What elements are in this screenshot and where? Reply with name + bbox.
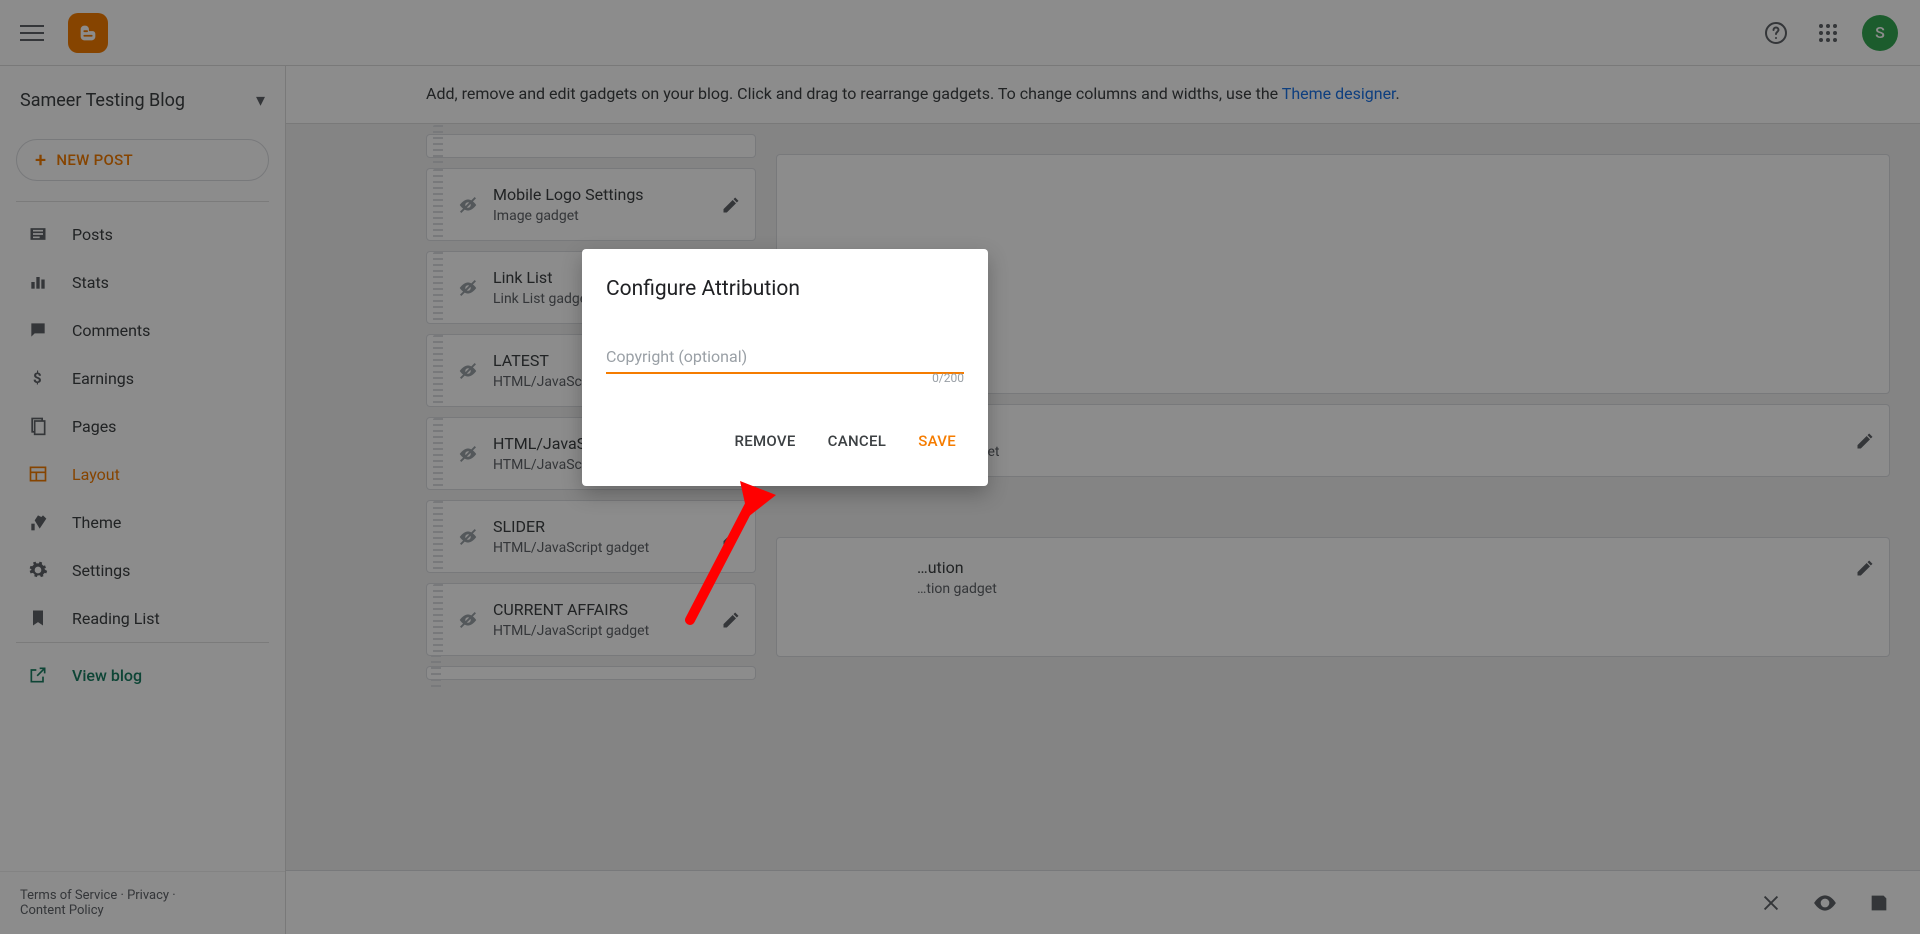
cancel-button[interactable]: CANCEL: [824, 424, 891, 458]
copyright-input[interactable]: [606, 341, 964, 374]
char-counter: 0/200: [932, 371, 964, 385]
save-button[interactable]: SAVE: [914, 424, 960, 458]
modal-title: Configure Attribution: [606, 277, 964, 301]
remove-button[interactable]: REMOVE: [730, 424, 799, 458]
configure-attribution-dialog: Configure Attribution 0/200 REMOVE CANCE…: [582, 249, 988, 486]
